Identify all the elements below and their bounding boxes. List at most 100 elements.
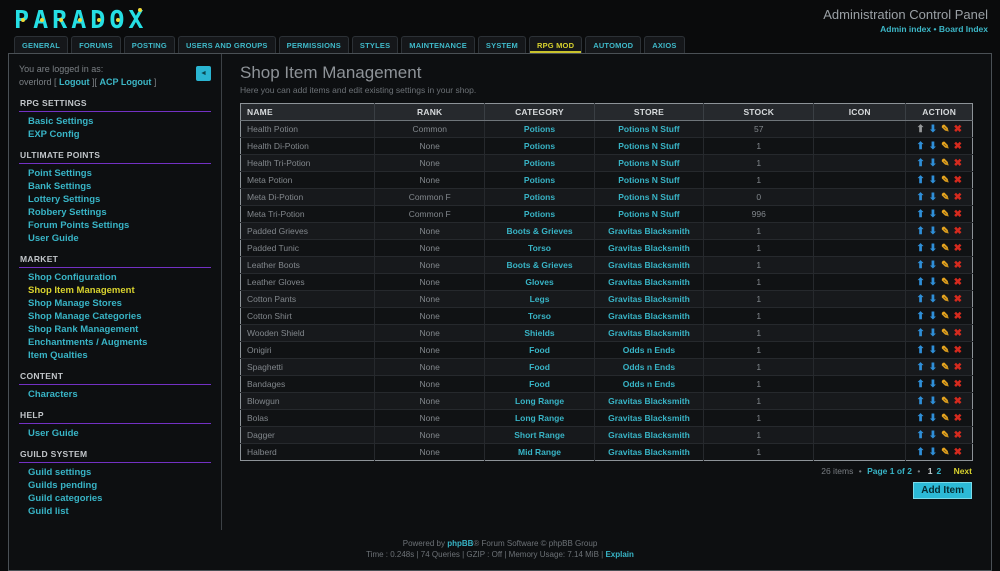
category-link[interactable]: Gloves xyxy=(525,277,553,287)
edit-icon[interactable]: ✎ xyxy=(941,294,949,305)
category-link[interactable]: Long Range xyxy=(515,396,564,406)
paradox-logo[interactable]: PARADOX xyxy=(14,7,147,32)
move-down-icon[interactable]: ⬇ xyxy=(929,311,937,322)
edit-icon[interactable]: ✎ xyxy=(941,396,949,407)
category-link[interactable]: Potions xyxy=(524,192,555,202)
delete-icon[interactable]: ✖ xyxy=(954,243,962,254)
move-down-icon[interactable]: ⬇ xyxy=(929,260,937,271)
tab-users-and-groups[interactable]: USERS AND GROUPS xyxy=(177,36,276,53)
tab-styles[interactable]: STYLES xyxy=(351,36,399,53)
store-link[interactable]: Potions N Stuff xyxy=(618,175,679,185)
delete-icon[interactable]: ✖ xyxy=(954,328,962,339)
edit-icon[interactable]: ✎ xyxy=(941,260,949,271)
category-link[interactable]: Potions xyxy=(524,124,555,134)
move-down-icon[interactable]: ⬇ xyxy=(929,226,937,237)
category-link[interactable]: Torso xyxy=(528,311,551,321)
store-link[interactable]: Potions N Stuff xyxy=(618,141,679,151)
move-up-icon[interactable]: ⬆ xyxy=(916,345,924,356)
store-link[interactable]: Gravitas Blacksmith xyxy=(608,294,690,304)
sidebar-item-shop-rank-management[interactable]: Shop Rank Management xyxy=(19,323,211,336)
category-link[interactable]: Potions xyxy=(524,141,555,151)
store-link[interactable]: Gravitas Blacksmith xyxy=(608,328,690,338)
move-up-icon[interactable]: ⬆ xyxy=(916,294,924,305)
move-up-icon[interactable]: ⬆ xyxy=(916,158,924,169)
move-up-icon[interactable]: ⬆ xyxy=(916,243,924,254)
delete-icon[interactable]: ✖ xyxy=(954,311,962,322)
move-up-icon[interactable]: ⬆ xyxy=(916,311,924,322)
tab-general[interactable]: GENERAL xyxy=(14,36,69,53)
delete-icon[interactable]: ✖ xyxy=(954,260,962,271)
sidebar-item-item-qualties[interactable]: Item Qualties xyxy=(19,349,211,362)
store-link[interactable]: Gravitas Blacksmith xyxy=(608,260,690,270)
edit-icon[interactable]: ✎ xyxy=(941,311,949,322)
move-down-icon[interactable]: ⬇ xyxy=(929,345,937,356)
category-link[interactable]: Mid Range xyxy=(518,447,561,457)
store-link[interactable]: Potions N Stuff xyxy=(618,124,679,134)
collapse-sidebar-button[interactable]: ◄ xyxy=(196,66,211,81)
move-up-icon[interactable]: ⬆ xyxy=(916,362,924,373)
category-link[interactable]: Boots & Grieves xyxy=(506,226,572,236)
category-link[interactable]: Food xyxy=(529,362,550,372)
edit-icon[interactable]: ✎ xyxy=(941,175,949,186)
category-link[interactable]: Shields xyxy=(524,328,554,338)
move-up-icon[interactable]: ⬆ xyxy=(916,328,924,339)
edit-icon[interactable]: ✎ xyxy=(941,192,949,203)
move-down-icon[interactable]: ⬇ xyxy=(929,158,937,169)
delete-icon[interactable]: ✖ xyxy=(954,192,962,203)
edit-icon[interactable]: ✎ xyxy=(941,447,949,458)
sidebar-item-lottery-settings[interactable]: Lottery Settings xyxy=(19,193,211,206)
move-up-icon[interactable]: ⬆ xyxy=(916,192,924,203)
move-down-icon[interactable]: ⬇ xyxy=(929,447,937,458)
category-link[interactable]: Potions xyxy=(524,158,555,168)
delete-icon[interactable]: ✖ xyxy=(954,396,962,407)
store-link[interactable]: Odds n Ends xyxy=(623,345,675,355)
edit-icon[interactable]: ✎ xyxy=(941,209,949,220)
edit-icon[interactable]: ✎ xyxy=(941,328,949,339)
store-link[interactable]: Gravitas Blacksmith xyxy=(608,447,690,457)
move-up-icon[interactable]: ⬆ xyxy=(916,141,924,152)
move-down-icon[interactable]: ⬇ xyxy=(929,192,937,203)
delete-icon[interactable]: ✖ xyxy=(954,430,962,441)
category-link[interactable]: Long Range xyxy=(515,413,564,423)
move-up-icon[interactable]: ⬆ xyxy=(916,379,924,390)
edit-icon[interactable]: ✎ xyxy=(941,124,949,135)
sidebar-item-shop-item-management[interactable]: Shop Item Management xyxy=(19,284,211,297)
delete-icon[interactable]: ✖ xyxy=(954,413,962,424)
move-up-icon[interactable]: ⬆ xyxy=(916,175,924,186)
move-down-icon[interactable]: ⬇ xyxy=(929,294,937,305)
sidebar-item-user-guide[interactable]: User Guide xyxy=(19,232,211,245)
sidebar-item-user-guide[interactable]: User Guide xyxy=(19,427,211,440)
sidebar-item-exp-config[interactable]: EXP Config xyxy=(19,128,211,141)
edit-icon[interactable]: ✎ xyxy=(941,243,949,254)
sidebar-item-shop-manage-categories[interactable]: Shop Manage Categories xyxy=(19,310,211,323)
store-link[interactable]: Potions N Stuff xyxy=(618,209,679,219)
tab-rpg-mod[interactable]: RPG MOD xyxy=(528,36,583,53)
category-link[interactable]: Potions xyxy=(524,175,555,185)
store-link[interactable]: Potions N Stuff xyxy=(618,192,679,202)
delete-icon[interactable]: ✖ xyxy=(954,158,962,169)
store-link[interactable]: Gravitas Blacksmith xyxy=(608,226,690,236)
move-down-icon[interactable]: ⬇ xyxy=(929,328,937,339)
explain-link[interactable]: Explain xyxy=(605,550,633,559)
delete-icon[interactable]: ✖ xyxy=(954,362,962,373)
sidebar-item-enchantments-augments[interactable]: Enchantments / Augments xyxy=(19,336,211,349)
tab-system[interactable]: SYSTEM xyxy=(477,36,526,53)
edit-icon[interactable]: ✎ xyxy=(941,345,949,356)
store-link[interactable]: Gravitas Blacksmith xyxy=(608,413,690,423)
sidebar-item-robbery-settings[interactable]: Robbery Settings xyxy=(19,206,211,219)
store-link[interactable]: Potions N Stuff xyxy=(618,158,679,168)
move-up-icon[interactable]: ⬆ xyxy=(916,226,924,237)
store-link[interactable]: Gravitas Blacksmith xyxy=(608,311,690,321)
move-down-icon[interactable]: ⬇ xyxy=(929,413,937,424)
category-link[interactable]: Food xyxy=(529,379,550,389)
move-down-icon[interactable]: ⬇ xyxy=(929,430,937,441)
tab-forums[interactable]: FORUMS xyxy=(71,36,121,53)
category-link[interactable]: Short Range xyxy=(514,430,565,440)
move-up-icon[interactable]: ⬆ xyxy=(916,413,924,424)
sidebar-item-shop-configuration[interactable]: Shop Configuration xyxy=(19,271,211,284)
logout-link[interactable]: Logout xyxy=(59,77,90,87)
delete-icon[interactable]: ✖ xyxy=(954,124,962,135)
store-link[interactable]: Gravitas Blacksmith xyxy=(608,396,690,406)
store-link[interactable]: Gravitas Blacksmith xyxy=(608,277,690,287)
sidebar-item-guild-categories[interactable]: Guild categories xyxy=(19,492,211,505)
